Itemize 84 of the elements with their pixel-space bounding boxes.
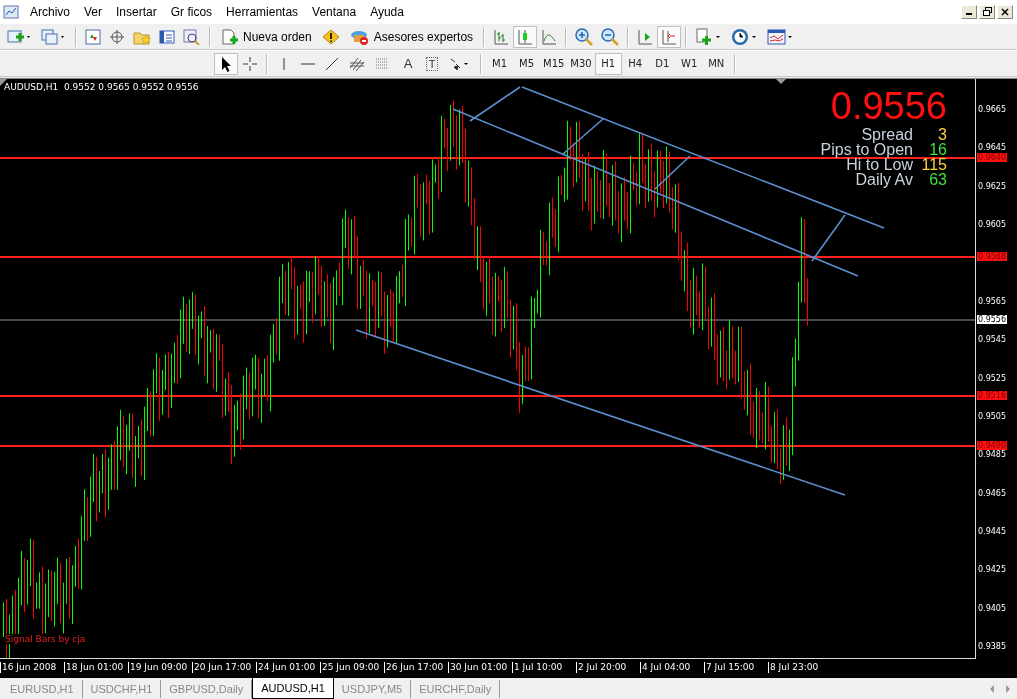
price-tick-label: 0.9625 <box>978 181 1006 191</box>
scroll-right-icon[interactable] <box>1005 685 1011 693</box>
time-tick-label: 19 Jun 09:00 <box>128 662 192 673</box>
text-label-button[interactable]: T <box>420 52 444 75</box>
time-tick-label: 20 Jun 17:00 <box>192 662 256 673</box>
menu-item[interactable]: Archivo <box>23 4 77 19</box>
time-tick-label: 26 Jun 17:00 <box>384 662 448 673</box>
menu-item[interactable]: Insertar <box>109 4 164 19</box>
minimize-icon <box>966 13 972 15</box>
info-label: Pips to Open <box>820 142 913 157</box>
info-label: Hi to Low <box>846 157 913 172</box>
price-tick-label: 0.9405 <box>978 603 1006 613</box>
menu-item[interactable]: Gr ficos <box>163 4 220 19</box>
chart-header: AUDUSD,H1 0.9552 0.9565 0.9552 0.9556 <box>4 82 199 92</box>
info-label: Spread <box>860 127 913 142</box>
text-tool-button[interactable]: A <box>396 52 420 75</box>
info-value: 115 <box>920 157 947 172</box>
price-tick-label: 0.9425 <box>978 565 1006 575</box>
restore-button[interactable] <box>979 4 995 19</box>
diagonal-line-icon <box>324 55 340 72</box>
price-tick-label: 0.9385 <box>978 642 1006 651</box>
time-tick-label: 16 Jun 2008 <box>0 662 64 673</box>
timeframe-button[interactable]: H4 <box>621 52 649 75</box>
timeframe-button[interactable]: M30 <box>567 52 595 75</box>
new-order-button[interactable]: Nueva orden <box>215 25 318 48</box>
timeframe-button[interactable]: MN <box>702 52 730 75</box>
timeframe-button[interactable]: W1 <box>675 52 703 75</box>
info-value: 3 <box>937 127 947 142</box>
candlestick-button[interactable] <box>513 25 538 48</box>
current-price: 0.9556 <box>830 85 947 127</box>
time-tick-label: 7 Jul 15:00 <box>704 662 768 673</box>
timeframe-button[interactable]: D1 <box>648 52 676 75</box>
chart-window-icon <box>3 4 19 19</box>
price-tick-label: 0.9565 <box>978 296 1006 306</box>
auto-scroll-button[interactable] <box>657 25 682 48</box>
close-icon <box>1001 7 1009 16</box>
cursor-icon <box>220 55 232 72</box>
price-tick-label: 0.9665 <box>978 105 1006 114</box>
price-tick-label: 0.9525 <box>978 373 1006 383</box>
indicator-label: Signal Bars by cja <box>5 634 86 644</box>
price-tick-label: 0.9505 <box>978 411 1006 421</box>
price-tag: 0.9490 <box>977 441 1007 450</box>
time-tick-label: 25 Jun 09:00 <box>320 662 384 673</box>
time-tick-label: 1 Jul 10:00 <box>512 662 576 673</box>
price-tag: 0.9556 <box>977 315 1007 324</box>
timeframe-button[interactable]: H1 <box>594 52 622 75</box>
timeframe-button[interactable]: M5 <box>513 52 540 75</box>
crosshair-icon <box>242 55 258 72</box>
price-tag: 0.9516 <box>977 391 1007 400</box>
time-tick-label: 2 Jul 20:00 <box>576 662 640 673</box>
timeframe-button[interactable]: M15 <box>540 52 568 75</box>
minimize-button[interactable] <box>961 4 977 19</box>
chart-tab[interactable]: AUDUSD,H1 <box>252 678 334 699</box>
menu-item[interactable]: Herramientas <box>219 4 306 19</box>
info-value: 63 <box>928 172 947 187</box>
price-tick-label: 0.9605 <box>978 220 1006 230</box>
menu-item[interactable]: Ver <box>77 4 110 19</box>
hat-icon <box>349 28 370 45</box>
time-tick-label: 4 Jul 04:00 <box>640 662 704 673</box>
menu-item[interactable]: Ventana <box>305 4 364 19</box>
time-tick-label: 30 Jun 01:00 <box>448 662 512 673</box>
expert-advisors-button[interactable]: Asesores expertos <box>343 25 480 48</box>
info-label: Daily Av <box>854 172 913 187</box>
price-tick-label: 0.9645 <box>978 143 1006 153</box>
price-tag: 0.9640 <box>977 153 1007 162</box>
price-tick-label: 0.9485 <box>978 450 1006 460</box>
price-tag: 0.9588 <box>977 252 1007 261</box>
one-click-triangle-icon <box>776 79 786 84</box>
horizontal-line-icon <box>301 62 315 65</box>
scroll-left-icon[interactable] <box>989 685 995 693</box>
price-tick-label: 0.9545 <box>978 335 1006 345</box>
time-tick-label: 8 Jul 23:00 <box>768 662 832 673</box>
cursor-button[interactable] <box>214 52 238 75</box>
timeframe-button[interactable]: M1 <box>486 52 513 75</box>
document-plus-icon <box>221 28 239 45</box>
price-tick-label: 0.9445 <box>978 526 1006 536</box>
menu-item[interactable]: Ayuda <box>363 4 411 19</box>
channel-lines-icon <box>348 55 366 72</box>
time-tick-label: 18 Jun 01:00 <box>64 662 128 673</box>
price-tick-label: 0.9465 <box>978 488 1006 498</box>
info-value: 16 <box>928 142 947 157</box>
time-tick-label: 24 Jun 01:00 <box>256 662 320 673</box>
close-button[interactable] <box>997 4 1013 19</box>
restore-icon <box>982 7 992 16</box>
